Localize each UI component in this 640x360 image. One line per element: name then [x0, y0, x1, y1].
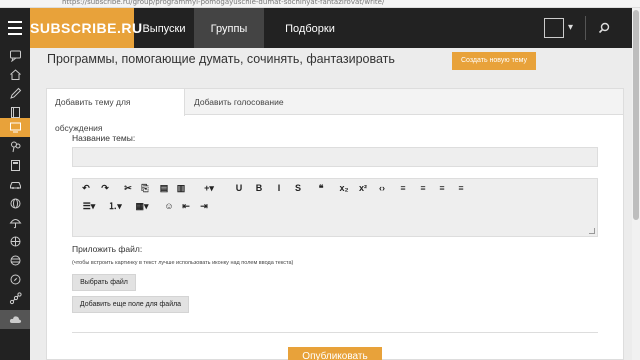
resize-handle[interactable] [589, 228, 595, 234]
nav-gruppy[interactable]: Группы [194, 8, 264, 48]
align-justify-icon[interactable]: ≡ [453, 181, 469, 195]
topic-name-label: Название темы: [72, 133, 136, 143]
emoji-icon[interactable]: ☺ [161, 199, 177, 213]
strikethrough-icon[interactable]: S [290, 181, 306, 195]
chevron-down-icon[interactable]: ▾ [568, 22, 573, 33]
table-icon[interactable]: ▦▾ [131, 199, 153, 213]
umbrella-icon[interactable] [0, 213, 30, 232]
divider [72, 332, 598, 333]
monitor-icon[interactable] [0, 118, 30, 137]
sidebar [0, 48, 30, 360]
calculator-icon[interactable] [0, 156, 30, 175]
tab-add-topic[interactable]: Добавить тему для обсуждения [47, 89, 185, 133]
quote-icon[interactable]: ❝ [313, 181, 329, 195]
attach-file-label: Приложить файл: [72, 244, 143, 254]
numbered-list-icon[interactable]: ⒈▾ [104, 199, 126, 213]
align-right-icon[interactable]: ≡ [434, 181, 450, 195]
insert-plus-icon[interactable]: +▾ [198, 181, 220, 195]
car-icon[interactable] [0, 175, 30, 194]
bullet-list-icon[interactable]: ☰▾ [78, 199, 100, 213]
divider [585, 16, 586, 40]
tab-add-poll[interactable]: Добавить голосование [186, 89, 292, 115]
nav-podborki[interactable]: Подборки [274, 8, 346, 48]
copy-icon[interactable]: ⎘ [137, 181, 153, 195]
scrollbar-thumb[interactable] [633, 10, 639, 220]
balloons-icon[interactable] [0, 137, 30, 156]
attach-hint: (чтобы встроить картинку в текст лучше и… [72, 260, 294, 266]
topic-form-panel: Добавить тему для обсуждения Добавить го… [46, 88, 624, 360]
top-navbar: SUBSCRIBE.RU Выпуски Группы Подборки ▾ [0, 8, 632, 48]
text-editor[interactable]: ↶ ↷ ✂ ⎘ ▤ ▥ +▾ U B I S ❝ x₂ x² ‹› ≡ ≡ ≡ ≡ ☰▾ ⒈▾ ▦▾ ☺ ⇤ ⇥ [72, 178, 598, 237]
chat-icon[interactable] [0, 46, 30, 65]
hamburger-icon[interactable] [0, 8, 30, 48]
compass-icon[interactable] [0, 270, 30, 289]
form-tabs: Добавить тему для обсуждения Добавить го… [47, 89, 623, 133]
molecule-icon[interactable] [0, 289, 30, 308]
square-icon[interactable] [544, 18, 564, 38]
create-topic-button[interactable]: Создать новую тему [452, 52, 536, 70]
globe-network-icon[interactable] [0, 251, 30, 270]
outdent-icon[interactable]: ⇤ [178, 199, 194, 213]
align-center-icon[interactable]: ≡ [415, 181, 431, 195]
sports-ball-icon[interactable] [0, 232, 30, 251]
address-bar[interactable]: https://subscribe.ru/group/programmyi-po… [0, 0, 640, 8]
cloud-icon[interactable] [0, 310, 30, 329]
add-file-field-button[interactable]: Добавить еще поле для файла [72, 296, 189, 313]
cut-icon[interactable]: ✂ [120, 181, 136, 195]
globe-icon[interactable] [0, 194, 30, 213]
paste-text-icon[interactable]: ▥ [173, 181, 189, 195]
page-title: Программы, помогающие думать, сочинять, … [47, 52, 395, 66]
search-icon[interactable] [597, 21, 611, 35]
home-icon[interactable] [0, 65, 30, 84]
choose-file-button[interactable]: Выбрать файл [72, 274, 136, 291]
redo-icon[interactable]: ↷ [97, 181, 113, 195]
indent-icon[interactable]: ⇥ [196, 199, 212, 213]
code-icon[interactable]: ‹› [371, 181, 393, 195]
site-logo[interactable]: SUBSCRIBE.RU [30, 8, 142, 48]
publish-button[interactable]: Опубликовать [288, 347, 382, 360]
scrollbar[interactable] [632, 8, 640, 360]
nav-vypuski[interactable]: Выпуски [134, 8, 194, 48]
main-content: Программы, помогающие думать, сочинять, … [30, 48, 632, 360]
align-left-icon[interactable]: ≡ [395, 181, 411, 195]
italic-icon[interactable]: I [271, 181, 287, 195]
bold-icon[interactable]: B [251, 181, 267, 195]
underline-icon[interactable]: U [231, 181, 247, 195]
topic-name-input[interactable] [72, 147, 598, 167]
paste-icon[interactable]: ▤ [156, 181, 172, 195]
undo-icon[interactable]: ↶ [78, 181, 94, 195]
pencil-icon[interactable] [0, 84, 30, 103]
